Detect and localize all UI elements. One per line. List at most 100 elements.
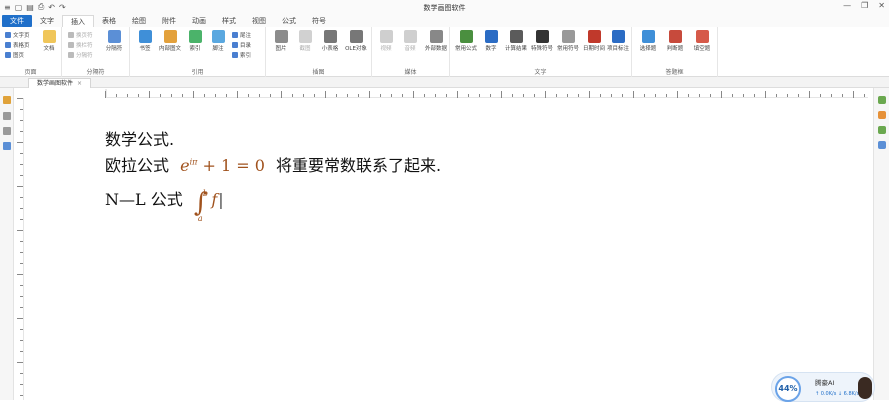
integral-formula[interactable]: ∫ b a <box>194 189 208 223</box>
fill-blank-button[interactable]: 填空题 <box>690 30 714 52</box>
tab-table[interactable]: 表格 <box>94 15 124 27</box>
euler-rest: + 1 = 0 <box>202 156 265 175</box>
ruler-tick <box>20 384 23 385</box>
property-panel-icon[interactable] <box>878 141 886 149</box>
item-marker-button[interactable]: 项目标注 <box>606 30 630 52</box>
document-tab[interactable]: 数学画图软件 × <box>28 78 92 88</box>
ruler-tick <box>20 164 23 165</box>
plant-panel-icon[interactable] <box>878 126 886 134</box>
close-tab-icon[interactable]: × <box>77 80 82 87</box>
ruler-tick <box>655 94 656 97</box>
special-symbol-button[interactable]: 特殊符号 <box>530 30 554 52</box>
multiple-choice-button[interactable]: 选择题 <box>636 30 660 52</box>
tab-formula[interactable]: 公式 <box>274 15 304 27</box>
document-page[interactable]: 数学公式. 欧拉公式 eiπ + 1 = 0 将重要常数联系了起来. N—L 公… <box>26 98 862 400</box>
close-button[interactable]: ✕ <box>878 1 885 10</box>
page-icon[interactable] <box>3 112 11 120</box>
ruler-tick <box>853 91 854 98</box>
restore-button[interactable]: ❐ <box>861 1 868 10</box>
choice-icon <box>641 30 655 43</box>
club-icon <box>535 30 549 43</box>
cross-reference-button[interactable]: 内部图文 <box>158 30 182 52</box>
ruler-tick <box>248 94 249 97</box>
ruler-tick <box>17 98 23 99</box>
ruler-tick <box>501 91 502 98</box>
ruler-tick <box>20 131 23 132</box>
small-table-button[interactable]: 小表格 <box>318 30 342 52</box>
group-page: 文字页 表格页 图页 文档 页面 <box>0 27 62 77</box>
ruler-tick <box>743 94 744 97</box>
ruler-tick <box>20 296 23 297</box>
group-label-page: 页面 <box>24 69 37 76</box>
audio-button[interactable]: 音频 <box>399 30 421 52</box>
image-page-button[interactable]: 图页 <box>5 51 24 59</box>
tab-animation[interactable]: 动画 <box>184 15 214 27</box>
common-symbol-button[interactable]: 常用符号 <box>556 30 580 52</box>
ruler-tick <box>20 120 23 121</box>
image-panel-icon[interactable] <box>878 96 886 104</box>
ruler-tick <box>600 94 601 97</box>
usage-ring: 44% <box>775 376 801 402</box>
external-data-button[interactable]: 外部数据 <box>423 30 449 52</box>
ole-object-button[interactable]: OLE对象 <box>344 30 368 52</box>
copy-icon[interactable] <box>3 127 11 135</box>
document-button[interactable]: 文档 <box>40 30 58 52</box>
tab-file[interactable]: 文件 <box>2 15 32 27</box>
tab-symbol[interactable]: 符号 <box>304 15 334 27</box>
group-label-text: 文字 <box>534 69 547 76</box>
tab-text[interactable]: 文字 <box>32 15 62 27</box>
minimize-button[interactable]: — <box>843 1 851 10</box>
bookmark-button[interactable]: 书签 <box>135 30 155 52</box>
ruler-tick <box>20 197 23 198</box>
ruler-tick <box>424 94 425 97</box>
ruler-tick <box>336 94 337 97</box>
ruler-tick <box>732 94 733 97</box>
pointer-icon[interactable] <box>3 96 11 104</box>
date-time-button[interactable]: 日期时间 <box>582 30 606 52</box>
section-break-button[interactable]: 分隔符 <box>68 51 93 59</box>
ruler-tick <box>567 94 568 97</box>
euler-formula[interactable]: eiπ + 1 = 0 <box>180 156 265 175</box>
video-button[interactable]: 视频 <box>375 30 397 52</box>
doc-line-1[interactable]: 数学公式. <box>105 126 174 150</box>
title-bar: ≡ ▢ ▤ ⎙ ↶ ↷ 数学画图软件 — ❐ ✕ <box>0 0 889 14</box>
ruler-tick <box>699 94 700 97</box>
group-label-break: 分隔符 <box>86 69 105 76</box>
common-formula-button[interactable]: 常用公式 <box>454 30 478 52</box>
index-small-button[interactable]: 索引 <box>232 51 251 59</box>
calc-result-button[interactable]: 计算结果 <box>504 30 528 52</box>
page-break-button[interactable]: 换页符 <box>68 31 93 39</box>
picture-button[interactable]: 图片 <box>270 30 292 52</box>
left-toolbar <box>0 88 14 400</box>
column-break-button[interactable]: 换栏符 <box>68 41 93 49</box>
number-button[interactable]: 数字 <box>480 30 502 52</box>
screenshot-button[interactable]: 截图 <box>294 30 316 52</box>
group-label-answer-box: 答题框 <box>665 69 684 76</box>
toc-button[interactable]: 目录 <box>232 41 251 49</box>
text-page-button[interactable]: 文字页 <box>5 31 30 39</box>
tab-style[interactable]: 样式 <box>214 15 244 27</box>
horizontal-ruler[interactable] <box>105 89 868 98</box>
table-page-button[interactable]: 表格页 <box>5 41 30 49</box>
doc-line-3[interactable]: N—L 公式 ∫ b a f| <box>105 186 224 223</box>
ruler-tick <box>215 94 216 97</box>
index-button[interactable]: 索引 <box>185 30 205 52</box>
tab-draw[interactable]: 绘图 <box>124 15 154 27</box>
avatar[interactable] <box>858 377 872 399</box>
tab-view[interactable]: 视图 <box>244 15 274 27</box>
ruler-tick <box>17 274 23 275</box>
document-icon <box>42 30 56 43</box>
doc-line-2[interactable]: 欧拉公式 eiπ + 1 = 0 将重要常数联系了起来. <box>105 152 441 176</box>
true-false-button[interactable]: 判断题 <box>663 30 687 52</box>
outline-icon[interactable] <box>3 142 11 150</box>
tab-attachment[interactable]: 附件 <box>154 15 184 27</box>
ruler-tick <box>677 91 678 98</box>
table-icon <box>323 30 337 43</box>
ai-assistant-widget[interactable]: 44% 腾豪AI ↑ 0.0K/s ↓ 6.8K/s <box>771 372 875 402</box>
tab-insert[interactable]: 插入 <box>62 15 94 27</box>
footnote-button[interactable]: 脚注 <box>208 30 228 52</box>
endnote-button[interactable]: 尾注 <box>232 31 251 39</box>
vertical-ruler[interactable] <box>16 98 24 400</box>
separator-button[interactable]: 分隔符 <box>102 30 126 52</box>
shape-panel-icon[interactable] <box>878 111 886 119</box>
